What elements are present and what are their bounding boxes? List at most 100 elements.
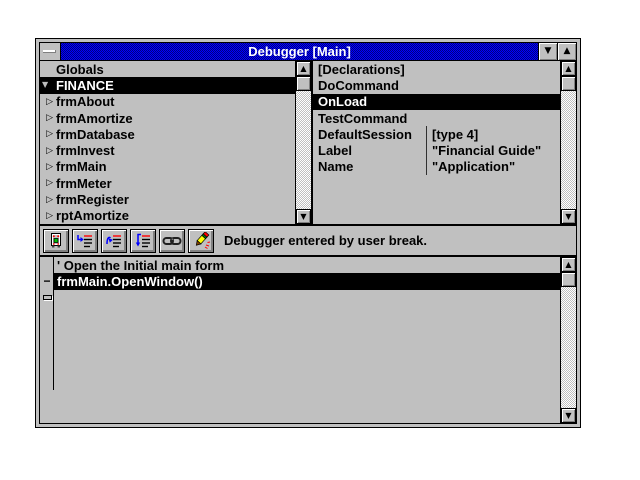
scroll-thumb[interactable] [561,272,576,287]
object-label: Globals [56,62,104,77]
scroll-thumb[interactable] [561,76,576,91]
object-list-item[interactable]: ▷ frmRegister [40,191,295,207]
property-list-item-selected[interactable]: OnLoad [313,94,560,110]
property-list: [Declarations] DoCommand OnLoad TestComm… [313,61,560,224]
code-text [54,290,560,306]
property-pane: [Declarations] DoCommand OnLoad TestComm… [313,61,576,224]
property-value: "Application" [426,159,560,175]
expand-marker-icon[interactable]: ▷ [40,211,56,221]
property-label: TestCommand [313,110,426,126]
scroll-down-icon: ▼ [565,412,571,420]
object-label: frmAbout [56,94,115,109]
minimize-icon: ▼ [545,47,552,56]
stop-light-icon [47,232,65,249]
window-title: Debugger [Main] [61,43,538,60]
scroll-down-button[interactable]: ▼ [561,209,576,224]
object-pane: Globals ▼ FINANCE ▷ frmAbout ▷ frmAmorti… [40,61,311,224]
step-down-button[interactable] [130,229,156,253]
code-line[interactable]: ' Open the Initial main form [40,257,560,273]
code-text: frmMain.OpenWindow() [54,273,560,289]
property-value: "Financial Guide" [426,142,560,158]
code-line[interactable] [40,290,560,306]
minimize-button[interactable]: ▼ [538,43,557,60]
scroll-track[interactable] [561,91,576,209]
object-list-item[interactable]: ▷ frmMeter [40,175,295,191]
object-label: rptAmortize [56,208,129,223]
object-label: FINANCE [56,78,114,93]
code-area: ' Open the Initial main form − frmMain.O… [40,257,576,423]
property-label: OnLoad [313,94,426,110]
scroll-down-button[interactable]: ▼ [561,408,576,423]
object-list-item[interactable]: ▷ frmAmortize [40,110,295,126]
scroll-up-button[interactable]: ▲ [296,61,311,76]
maximize-icon: ▲ [564,47,571,56]
object-list-item-selected[interactable]: ▼ FINANCE [40,77,295,93]
scroll-down-icon: ▼ [300,213,306,221]
expand-marker-icon[interactable]: ▷ [40,113,56,123]
object-label: frmDatabase [56,127,135,142]
code-gutter[interactable]: − [40,273,54,289]
object-list-item[interactable]: ▷ frmDatabase [40,126,295,142]
expand-marker-icon[interactable]: ▷ [40,97,56,107]
code-editor[interactable]: ' Open the Initial main form − frmMain.O… [40,257,560,423]
object-label: frmRegister [56,192,129,207]
scroll-track[interactable] [296,91,311,209]
expand-marker-icon[interactable]: ▷ [40,146,56,156]
expand-marker-icon[interactable]: ▷ [40,195,56,205]
stop-light-button[interactable] [43,229,69,253]
object-list-item[interactable]: ▷ frmInvest [40,142,295,158]
object-list-scrollbar[interactable]: ▲ ▼ [295,61,311,224]
scroll-up-button[interactable]: ▲ [561,257,576,272]
object-list-item[interactable]: ▷ frmMain [40,159,295,175]
property-label: Name [313,159,426,175]
property-list-scrollbar[interactable]: ▲ ▼ [560,61,576,224]
step-over-icon [105,233,123,249]
scroll-track[interactable] [561,287,576,408]
property-label: [Declarations] [313,61,426,77]
object-label: frmMeter [56,176,112,191]
link-icon [162,233,182,249]
object-list-item[interactable]: ▷ frmAbout [40,94,295,110]
property-list-item[interactable]: Name "Application" [313,159,560,175]
code-line-selected[interactable]: − frmMain.OpenWindow() [40,273,560,289]
object-label: frmMain [56,159,107,174]
title-bar[interactable]: Debugger [Main] ▼ ▲ [40,43,576,61]
object-list-item[interactable]: ▷ rptAmortize [40,208,295,224]
status-message: Debugger entered by user break. [224,233,427,248]
scroll-up-icon: ▲ [565,261,571,269]
window-frame: Debugger [Main] ▼ ▲ Globals ▼ FINANCE [39,42,577,424]
scroll-thumb[interactable] [296,76,311,91]
scroll-down-button[interactable]: ▼ [296,209,311,224]
property-label: DoCommand [313,77,426,93]
step-over-button[interactable] [101,229,127,253]
property-list-item[interactable]: DefaultSession [type 4] [313,126,560,142]
window-menu-button[interactable] [40,43,61,60]
property-list-item[interactable]: DoCommand [313,77,560,93]
object-list-item[interactable]: Globals [40,61,295,77]
collapse-marker-icon[interactable]: ▼ [40,80,56,90]
scroll-up-button[interactable]: ▲ [561,61,576,76]
link-button[interactable] [159,229,185,253]
step-into-button[interactable] [72,229,98,253]
property-label: DefaultSession [313,126,426,142]
current-position-marker-icon [43,295,52,300]
maximize-button[interactable]: ▲ [557,43,576,60]
property-list-item[interactable]: [Declarations] [313,61,560,77]
expand-marker-icon[interactable]: ▷ [40,162,56,172]
property-list-item[interactable]: TestCommand [313,110,560,126]
code-gutter[interactable] [40,290,54,306]
code-scrollbar[interactable]: ▲ ▼ [560,257,576,423]
step-down-icon [134,233,152,249]
object-label: frmAmortize [56,111,133,126]
code-gutter[interactable] [40,257,54,273]
property-list-item[interactable]: Label "Financial Guide" [313,142,560,158]
expand-marker-icon[interactable]: ▷ [40,178,56,188]
step-into-icon [76,233,94,249]
expand-marker-icon[interactable]: ▷ [40,129,56,139]
property-value: [type 4] [426,126,560,142]
scroll-down-icon: ▼ [565,213,571,221]
edit-pencil-button[interactable] [188,229,214,253]
code-text: ' Open the Initial main form [54,257,560,273]
property-label: Label [313,142,426,158]
edit-pencil-icon [192,232,211,249]
